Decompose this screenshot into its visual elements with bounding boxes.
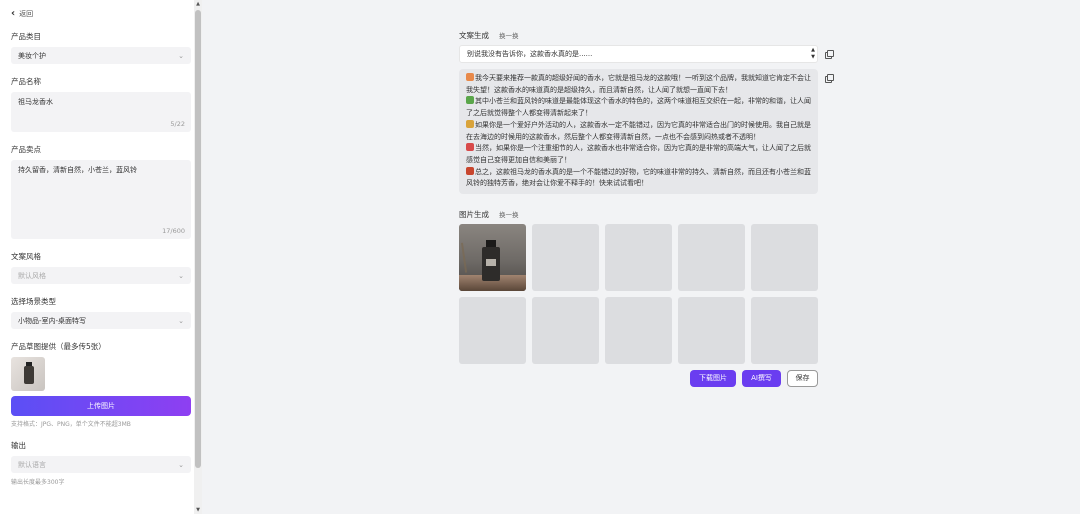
image-placeholder[interactable] <box>605 297 672 365</box>
copy-paragraph: 其中小苍兰和蓝风铃的味道是最能体现这个香水的特色的，这两个味道相互交织在一起，非… <box>466 96 811 119</box>
save-button[interactable]: 保存 <box>787 370 818 388</box>
chevron-down-icon: ⌄ <box>178 460 184 469</box>
product-name-field[interactable]: 祖马龙香水 5/22 <box>11 92 191 132</box>
selling-points-value: 持久留香，清新自然，小苍兰，蓝风铃 <box>18 166 137 174</box>
copy-paragraph: 如果你是一个爱好户外活动的人，这款香水一定不能错过，因为它真的非常适合出门的时候… <box>466 119 811 143</box>
product-image-thumbnail[interactable] <box>11 357 45 391</box>
selling-points-label: 产品卖点 <box>11 145 41 154</box>
product-name-count: 5/22 <box>170 120 185 128</box>
product-name-value: 祖马龙香水 <box>18 98 53 106</box>
output-label: 输出 <box>11 441 26 450</box>
copy-switch-link[interactable]: 换一换 <box>499 30 519 40</box>
copy-input-row: 别说我没有告诉你，这款香水真的是...... ▲ ▼ <box>459 45 839 63</box>
scene-type-label: 选择场景类型 <box>11 297 56 306</box>
copy-paragraph-text: 总之，这款祖马龙的香水真的是一个不能错过的好物，它的味道非常的持久、清新自然，而… <box>466 167 811 188</box>
copy-paragraph-text: 如果你是一个爱好户外活动的人，这款香水一定不能错过，因为它真的非常适合出门的时候… <box>466 120 811 141</box>
emoji-person-icon <box>466 166 474 175</box>
copy-prompt-input[interactable]: 别说我没有告诉你，这款香水真的是...... ▲ ▼ <box>459 45 818 63</box>
action-bar: 下载图片 AI撰写 保存 <box>459 370 818 388</box>
copy-style-select[interactable]: 默认风格 ⌄ <box>11 267 191 284</box>
copy-paragraph: 当然，如果你是一个注重细节的人，这款香水也非常适合你，因为它真的是非常的高端大气… <box>466 143 811 166</box>
emoji-memo-icon <box>466 119 474 128</box>
back-label: 返回 <box>19 10 34 18</box>
copy-paragraph: 我今天要来推荐一款真的超级好闻的香水，它就是祖马龙的这款哦！一听到这个品牌，我就… <box>466 73 811 96</box>
copy-style-placeholder: 默认风格 <box>18 271 46 280</box>
emoji-flower-icon <box>466 96 474 105</box>
image-section-title: 图片生成 <box>459 209 489 219</box>
spinner-arrows-icon[interactable]: ▲ ▼ <box>811 47 815 61</box>
scene-type-value: 小物品-室内-桌面特写 <box>18 316 87 325</box>
copy-output-text: 我今天要来推荐一款真的超级好闻的香水，它就是祖马龙的这款哦！一听到这个品牌，我就… <box>459 69 818 195</box>
output-language-select[interactable]: 默认语言 ⌄ <box>11 456 191 473</box>
image-placeholder[interactable] <box>459 297 526 365</box>
emoji-person-icon <box>466 143 474 152</box>
image-placeholder[interactable] <box>751 224 818 292</box>
scroll-down-icon[interactable]: ▼ <box>194 506 202 514</box>
download-image-button[interactable]: 下载图片 <box>690 370 736 388</box>
emoji-face-icon <box>466 73 474 81</box>
generated-image[interactable] <box>459 224 526 292</box>
category-label: 产品类目 <box>11 32 41 41</box>
copy-section-title: 文案生成 <box>459 30 489 40</box>
sidebar-scrollbar[interactable]: ▲ ▼ <box>194 0 202 514</box>
image-placeholder[interactable] <box>532 297 599 365</box>
bottle-shape <box>24 366 34 384</box>
photo-plant-shape <box>460 241 478 273</box>
category-select[interactable]: 美妆个护 ⌄ <box>11 47 191 64</box>
copy-icon[interactable] <box>825 50 834 59</box>
scene-type-select[interactable]: 小物品-室内-桌面特写 ⌄ <box>11 312 191 329</box>
image-placeholder[interactable] <box>678 224 745 292</box>
image-section-header: 图片生成 换一换 <box>459 208 839 220</box>
upload-hint: 支持格式：JPG、PNG，单个文件不能超3MB <box>11 421 131 428</box>
copy-paragraph: 总之，这款祖马龙的香水真的是一个不能错过的好物，它的味道非常的持久、清新自然，而… <box>466 166 811 190</box>
copy-output-row: 我今天要来推荐一款真的超级好闻的香水，它就是祖马龙的这款哦！一听到这个品牌，我就… <box>459 69 839 195</box>
copy-style-label: 文案风格 <box>11 252 41 261</box>
copy-icon[interactable] <box>825 74 834 83</box>
copy-paragraph-text: 其中小苍兰和蓝风铃的味道是最能体现这个香水的特色的，这两个味道相互交织在一起，非… <box>466 97 811 118</box>
ai-write-button[interactable]: AI撰写 <box>742 370 781 388</box>
copy-prompt-value: 别说我没有告诉你，这款香水真的是...... <box>467 50 593 58</box>
scrollbar-thumb[interactable] <box>195 10 201 468</box>
sidebar: ‹ 返回 产品类目 美妆个护 ⌄ 产品名称 祖马龙香水 5/22 产品卖点 持久… <box>0 0 194 514</box>
upload-image-button[interactable]: 上传图片 <box>11 396 191 416</box>
output-language-placeholder: 默认语言 <box>18 460 46 469</box>
image-grid <box>459 224 839 365</box>
main-panel: 文案生成 换一换 别说我没有告诉你，这款香水真的是...... ▲ ▼ 我今天要来… <box>459 29 839 388</box>
image-switch-link[interactable]: 换一换 <box>499 209 519 219</box>
chevron-left-icon: ‹ <box>11 8 16 19</box>
output-hint: 输出长度最多300字 <box>11 479 65 486</box>
scroll-up-icon[interactable]: ▲ <box>194 0 202 8</box>
copy-section-header: 文案生成 换一换 <box>459 29 839 41</box>
copy-paragraph-text: 我今天要来推荐一款真的超级好闻的香水，它就是祖马龙的这款哦！一听到这个品牌，我就… <box>466 74 811 94</box>
image-placeholder[interactable] <box>751 297 818 365</box>
chevron-down-icon: ⌄ <box>178 271 184 280</box>
image-placeholder[interactable] <box>605 224 672 292</box>
category-value: 美妆个护 <box>18 51 46 60</box>
chevron-down-icon: ⌄ <box>178 316 184 325</box>
image-placeholder[interactable] <box>678 297 745 365</box>
product-name-label: 产品名称 <box>11 77 41 86</box>
image-placeholder[interactable] <box>532 224 599 292</box>
selling-points-count: 17/600 <box>162 227 185 235</box>
photo-lbl-shape <box>486 259 496 267</box>
product-image-label: 产品草图提供（最多传5张） <box>11 342 106 351</box>
back-link[interactable]: ‹ 返回 <box>11 8 191 20</box>
chevron-down-icon: ⌄ <box>178 51 184 60</box>
selling-points-field[interactable]: 持久留香，清新自然，小苍兰，蓝风铃 17/600 <box>11 160 191 239</box>
copy-paragraph-text: 当然，如果你是一个注重细节的人，这款香水也非常适合你，因为它真的是非常的高端大气… <box>466 144 811 164</box>
